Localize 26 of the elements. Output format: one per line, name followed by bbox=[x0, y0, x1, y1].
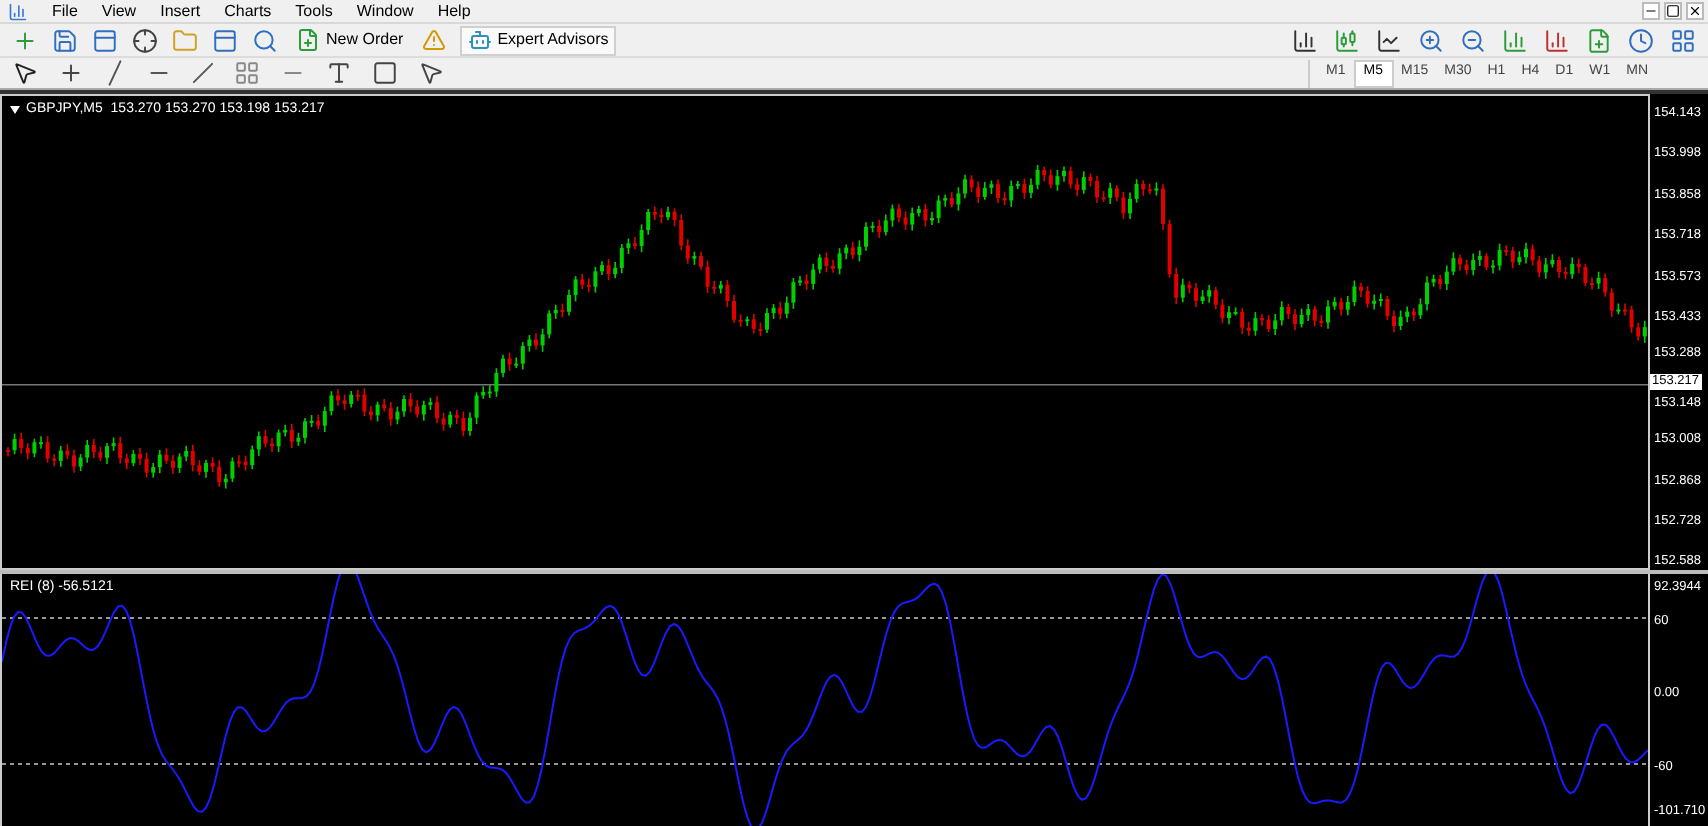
robot-icon bbox=[467, 28, 492, 52]
menu-item[interactable]: File bbox=[40, 0, 90, 23]
menu-item[interactable]: Tools bbox=[283, 0, 345, 23]
zoom-in-icon[interactable] bbox=[1418, 27, 1444, 53]
text-icon[interactable] bbox=[326, 60, 352, 86]
bar-chart-icon[interactable] bbox=[1292, 27, 1318, 53]
zoom-out-icon[interactable] bbox=[1460, 27, 1486, 53]
new-order-button[interactable]: New Order bbox=[292, 26, 408, 54]
caret-icon[interactable] bbox=[10, 106, 20, 115]
app-icon bbox=[8, 1, 28, 21]
new-order-icon bbox=[296, 28, 320, 52]
restore-icon[interactable] bbox=[1664, 2, 1682, 20]
candlestick-icon[interactable] bbox=[1334, 27, 1360, 53]
crosshair-icon[interactable] bbox=[58, 60, 84, 86]
menu-item[interactable]: Help bbox=[425, 0, 483, 23]
trendline-icon[interactable] bbox=[192, 62, 214, 84]
line-chart-icon[interactable] bbox=[1376, 27, 1402, 53]
menu-item[interactable]: Insert bbox=[148, 0, 213, 23]
close-icon[interactable] bbox=[1686, 2, 1704, 20]
menu-item[interactable]: View bbox=[89, 0, 149, 23]
minimize-icon[interactable] bbox=[1642, 2, 1660, 20]
cursor-icon[interactable] bbox=[12, 60, 38, 86]
crosshair-icon[interactable] bbox=[132, 27, 158, 53]
menu-item[interactable]: Charts bbox=[212, 0, 284, 23]
expert-advisors-button[interactable]: Expert Advisors bbox=[459, 25, 617, 55]
menu-item[interactable]: Window bbox=[344, 0, 426, 23]
